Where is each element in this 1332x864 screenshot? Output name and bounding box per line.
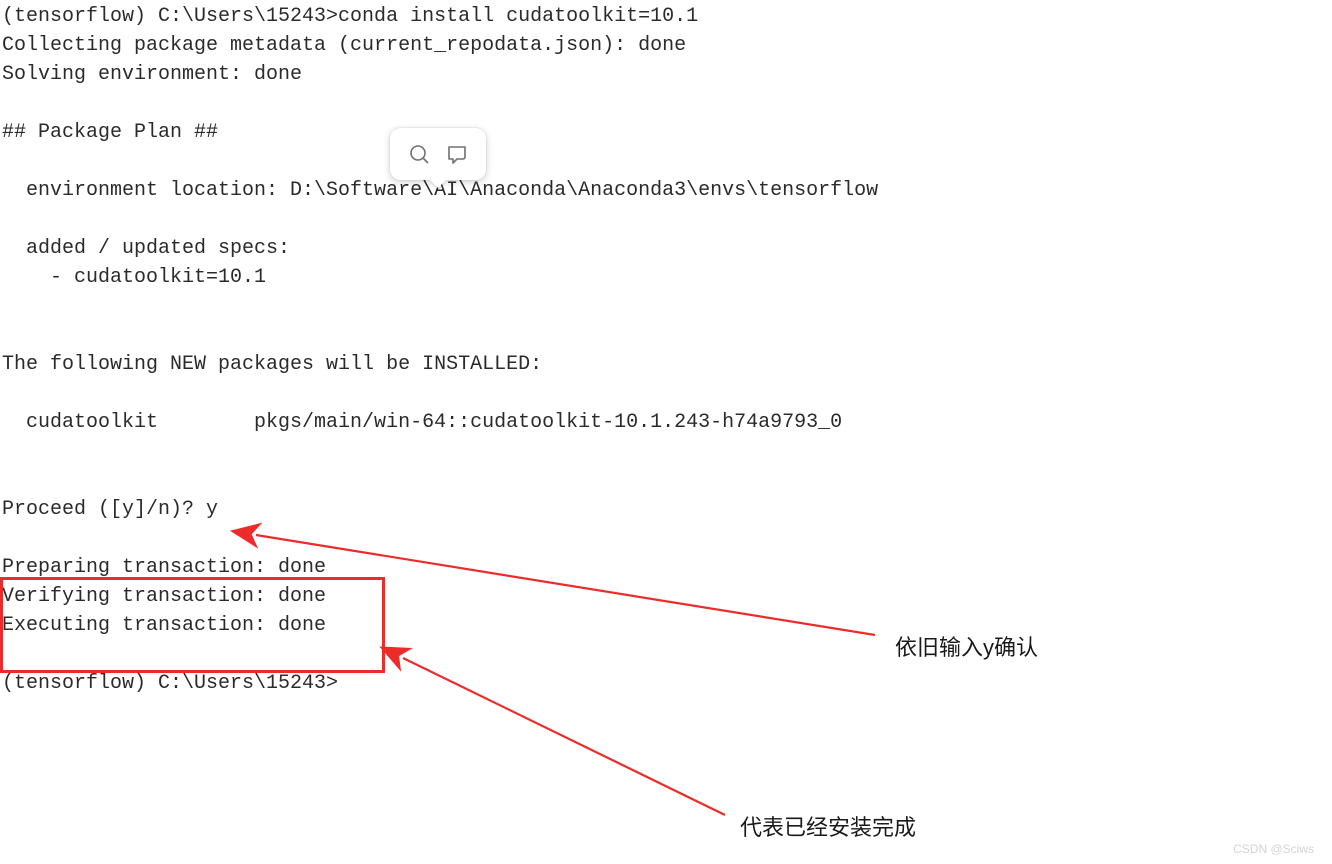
annotation-confirm-y: 依旧输入y确认 (895, 630, 1038, 662)
comment-icon[interactable] (445, 142, 469, 166)
magnify-icon[interactable] (407, 142, 431, 166)
selection-tooltip[interactable] (390, 128, 486, 180)
annotation-install-complete: 代表已经安装完成 (740, 810, 916, 842)
transaction-done-highlight (0, 577, 385, 673)
watermark: CSDN @Sciws (1233, 842, 1314, 856)
